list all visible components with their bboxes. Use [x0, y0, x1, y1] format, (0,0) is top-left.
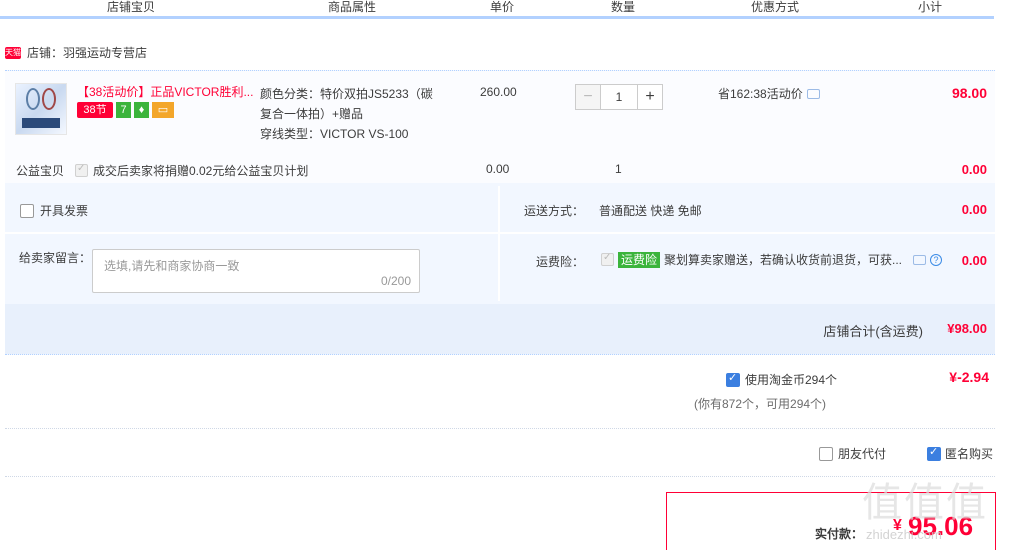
sku-line: 复合一体拍）+赠品 [260, 107, 364, 121]
col-price: 单价 [442, 0, 562, 19]
discount-text: 省162:38活动价 [718, 87, 803, 101]
divider [498, 186, 500, 301]
col-bar [442, 16, 562, 19]
coins-checkbox[interactable] [726, 371, 740, 387]
charity-price: 0.00 [486, 162, 510, 176]
watermark-url: zhidezhi.com [866, 527, 942, 542]
sku-line: 颜色分类：特价双拍JS5233（碳 [260, 87, 433, 101]
product-thumbnail[interactable] [15, 83, 67, 135]
col-subtotal: 小计 [866, 0, 994, 19]
promo-icons: 38节 7 ♦ ▭ [77, 102, 174, 118]
anonymous-label: 匿名购买 [945, 447, 994, 461]
col-label: 店铺宝贝 [106, 0, 155, 14]
shop-total-value: ¥98.00 [947, 321, 987, 336]
col-bar [684, 16, 866, 19]
insurance-option: 运费险 聚划算卖家赠送，若确认收货前退货，可获... ? [601, 251, 943, 268]
col-bar [562, 16, 684, 19]
watermark-logo: 值值值 [862, 480, 988, 526]
anonymous-option[interactable]: 匿名购买 [927, 445, 993, 462]
col-shop-items: 店铺宝贝 [0, 0, 262, 19]
col-label: 商品属性 [327, 0, 376, 14]
guarantee-icon: ♦ [134, 102, 149, 118]
box-shape [22, 118, 60, 128]
festival-38-icon: 38节 [77, 102, 113, 118]
shop-name[interactable]: 店铺：羽强运动专营店 [27, 44, 147, 61]
chat-icon[interactable] [806, 88, 820, 99]
quantity-stepper: − 1 + [575, 84, 663, 110]
racket-shape [42, 88, 56, 110]
product-title[interactable]: 【38活动价】正品VICTOR胜利... [77, 83, 257, 100]
col-bar [866, 16, 994, 19]
seven-day-return-icon: 7 [116, 102, 131, 118]
charity-qty: 1 [615, 162, 622, 176]
charity-text: 成交后卖家将捐赠0.02元给公益宝贝计划 [93, 164, 309, 178]
message-placeholder: 选填,请先和商家协商一致 [104, 259, 240, 273]
sku-attributes: 颜色分类：特价双拍JS5233（碳 复合一体拍）+赠品 穿线类型：VICTOR … [260, 84, 445, 144]
item-subtotal: 98.00 [951, 85, 987, 101]
charity-subtotal: 0.00 [961, 162, 987, 177]
insurance-checkbox [601, 252, 614, 266]
item-row: 【38活动价】正品VICTOR胜利... 38节 7 ♦ ▭ 颜色分类：特价双拍… [5, 71, 995, 183]
friend-pay-label: 朋友代付 [838, 447, 887, 461]
coins-deduction: ¥-2.94 [949, 369, 989, 385]
column-header: 店铺宝贝 商品属性 单价 数量 优惠方式 小计 [0, 0, 1010, 20]
shop-total-label: 店铺合计(含运费) [823, 324, 923, 339]
quantity-input[interactable]: 1 [601, 84, 637, 110]
col-label: 数量 [610, 0, 635, 14]
coins-option[interactable]: 使用淘金币294个 [726, 371, 837, 388]
col-bar [262, 16, 442, 19]
credit-card-icon: ▭ [152, 102, 174, 118]
charity-label: 公益宝贝 [16, 164, 65, 178]
racket-shape [26, 88, 40, 110]
col-qty: 数量 [562, 0, 684, 19]
invoice-option[interactable]: 开具发票 [20, 202, 88, 219]
message-label: 给卖家留言： [19, 251, 92, 265]
col-label: 优惠方式 [750, 0, 799, 14]
invoice-checkbox[interactable] [20, 203, 34, 218]
shop-total-bar: 店铺合计(含运费) ¥98.00 [5, 304, 995, 354]
quantity-increase-button[interactable]: + [637, 84, 663, 110]
pay-label: 实付款： [815, 527, 864, 541]
shipping-label: 运送方式： [524, 204, 585, 218]
shipping-method: 普通配送 快递 免邮 [599, 204, 702, 218]
insurance-text: 聚划算卖家赠送，若确认收货前退货，可获... [664, 253, 903, 267]
charity-row: 公益宝贝 成交后卖家将捐赠0.02元给公益宝贝计划 0.00 1 0.00 [5, 157, 995, 181]
col-attrs: 商品属性 [262, 0, 442, 19]
charity-option: 成交后卖家将捐赠0.02元给公益宝贝计划 [75, 162, 308, 179]
unit-price: 260.00 [480, 85, 517, 99]
divider [5, 232, 995, 234]
col-discount: 优惠方式 [684, 0, 866, 19]
col-label: 小计 [917, 0, 942, 14]
insurance-tag: 运费险 [618, 251, 661, 268]
message-input[interactable]: 选填,请先和商家协商一致 0/200 [92, 249, 420, 293]
chat-icon[interactable] [913, 254, 927, 265]
divider [5, 428, 995, 429]
friend-pay-checkbox[interactable] [819, 446, 833, 461]
help-icon[interactable]: ? [930, 253, 943, 266]
tmall-icon: 天猫 [5, 46, 21, 59]
shipping-fee: 0.00 [961, 202, 987, 217]
order-box: 【38活动价】正品VICTOR胜利... 38节 7 ♦ ▭ 颜色分类：特价双拍… [5, 70, 995, 355]
col-bar [0, 16, 262, 19]
insurance-fee: 0.00 [961, 253, 987, 268]
insurance-label: 运费险： [536, 255, 585, 269]
sku-line: 穿线类型：VICTOR VS-100 [260, 127, 409, 141]
invoice-label: 开具发票 [40, 204, 89, 218]
discount-info: 省162:38活动价 [718, 85, 820, 102]
charity-checkbox [75, 163, 88, 177]
shop-line: 天猫 店铺：羽强运动专营店 [5, 44, 147, 61]
message-char-count: 0/200 [380, 274, 411, 288]
col-label: 单价 [489, 0, 514, 14]
coins-label: 使用淘金币294个 [745, 373, 838, 387]
coins-note: (你有872个，可用294个) [694, 397, 827, 411]
anonymous-checkbox[interactable] [927, 445, 941, 461]
friend-pay-option[interactable]: 朋友代付 [819, 445, 886, 462]
quantity-decrease-button[interactable]: − [575, 84, 601, 110]
divider [5, 476, 995, 477]
